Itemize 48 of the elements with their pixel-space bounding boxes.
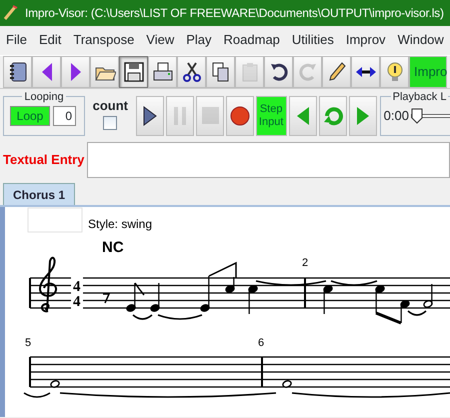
- group-label: Looping: [22, 91, 66, 103]
- playback-slider[interactable]: [410, 108, 450, 124]
- transport-button[interactable]: [226, 96, 254, 136]
- menu-item[interactable]: File: [0, 30, 33, 50]
- chord-symbol: NC: [102, 239, 124, 256]
- menu-item[interactable]: Window: [392, 30, 450, 50]
- scissors-icon: [180, 61, 202, 83]
- printer-icon: [152, 61, 174, 83]
- toolbar-button[interactable]: [351, 56, 380, 88]
- toolbar-button[interactable]: [177, 56, 206, 88]
- toolbar-button[interactable]: [119, 56, 148, 88]
- menu-item[interactable]: Play: [180, 30, 218, 50]
- group-label: Playback L: [390, 91, 448, 103]
- toolbar-button[interactable]: [206, 56, 235, 88]
- menu-item[interactable]: Utilities: [286, 30, 340, 50]
- menu-item[interactable]: Edit: [32, 30, 68, 50]
- measure-number: 5: [25, 337, 32, 349]
- toolbar-button[interactable]: [322, 56, 351, 88]
- count-label: count: [92, 97, 128, 115]
- menu-item[interactable]: View: [140, 30, 180, 50]
- transport-button[interactable]: [136, 96, 164, 136]
- playback-time: 0:00: [384, 107, 409, 126]
- window-title: Impro-Visor: (C:\Users\LIST OF FREEWARE\Documents\OUTPUT\impro-visor.ls): [25, 5, 444, 22]
- menu-item[interactable]: Transpose: [67, 30, 140, 50]
- loop-button[interactable]: Loop: [10, 106, 50, 126]
- measure-number: 2: [302, 257, 308, 269]
- loop-count-field[interactable]: 0: [53, 106, 76, 126]
- toolbar-button[interactable]: [264, 56, 293, 88]
- step-input-button[interactable]: Step Input: [256, 96, 287, 136]
- redo-icon: [296, 61, 318, 83]
- style-label: Style: swing: [88, 217, 152, 231]
- copy-icon: [210, 61, 232, 83]
- time-signature: 4: [73, 294, 80, 310]
- count-checkbox[interactable]: [103, 116, 118, 130]
- blank-panel: [28, 208, 82, 232]
- textual-entry-label: Textual Entry: [3, 151, 84, 170]
- circular-arrow-icon: [322, 104, 344, 128]
- toolbar-button[interactable]: [148, 56, 177, 88]
- slider-thumb[interactable]: [410, 108, 423, 124]
- textual-entry-field[interactable]: [87, 142, 450, 178]
- menu-item[interactable]: Roadmap: [218, 30, 286, 50]
- toolbar-button[interactable]: [90, 56, 119, 88]
- measure-number: 6: [258, 337, 264, 349]
- chorus-tab[interactable]: Chorus 1: [3, 183, 76, 205]
- time-signature: 4: [73, 279, 80, 295]
- toolbar-button[interactable]: [3, 56, 32, 88]
- record-icon: [228, 104, 251, 128]
- menu-item[interactable]: Improv: [340, 30, 392, 50]
